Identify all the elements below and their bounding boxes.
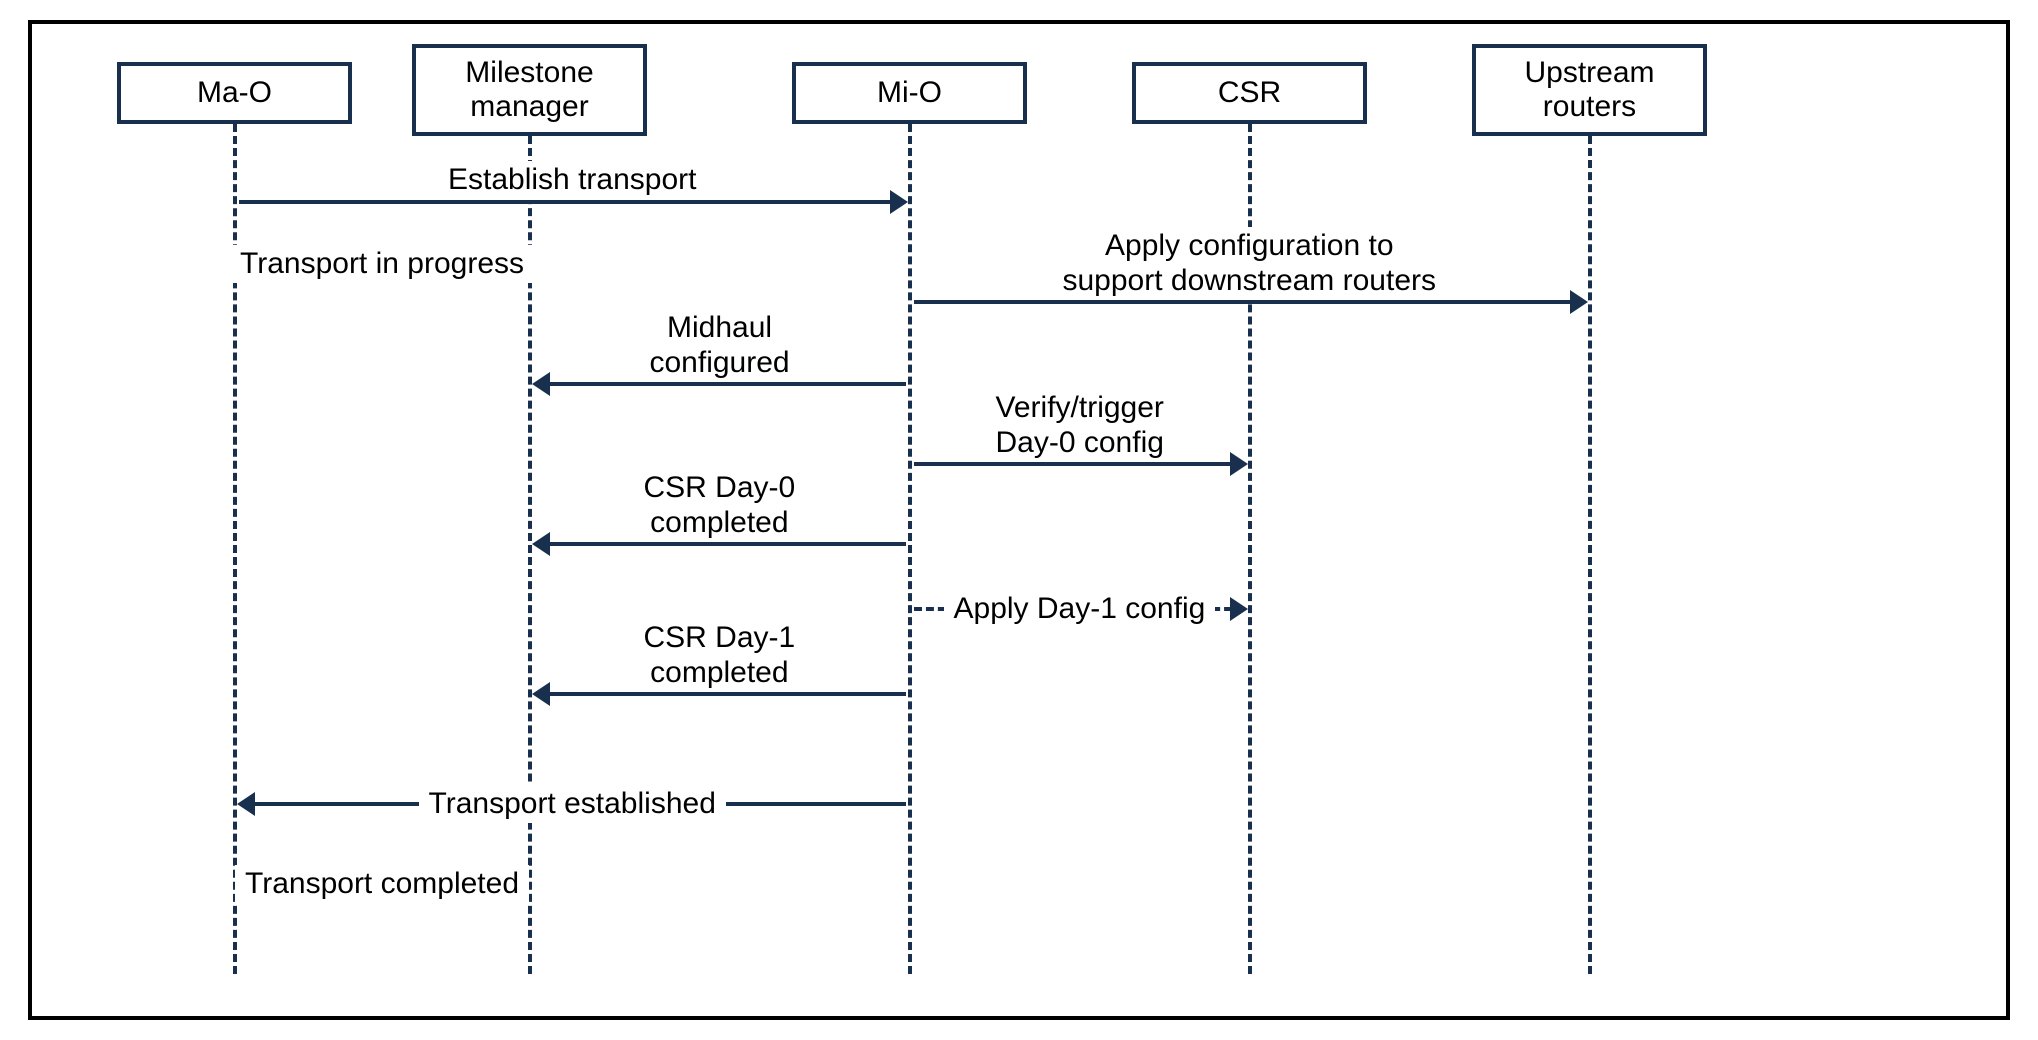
- lifeline-upstream-routers: [1588, 136, 1592, 974]
- message-csr-day1-completed-label: CSR Day-1completed: [634, 619, 806, 692]
- message-apply-config-upstream-line: [914, 300, 1584, 304]
- actor-label: Milestonemanager: [465, 56, 593, 125]
- actor-upstream-routers: Upstreamrouters: [1472, 44, 1707, 136]
- actor-mi-o: Mi-O: [792, 62, 1027, 124]
- diagram-frame: Ma-O Milestonemanager Mi-O CSR Upstreamroute…: [28, 20, 2010, 1020]
- message-apply-config-upstream-label: Apply configuration tosupport downstream…: [1053, 227, 1447, 300]
- arrowhead-icon: [890, 190, 908, 214]
- arrowhead-icon: [1230, 452, 1248, 476]
- message-csr-day0-completed-label: CSR Day-0completed: [634, 469, 806, 542]
- diagram-canvas: Ma-O Milestonemanager Mi-O CSR Upstreamroute…: [32, 24, 2006, 1016]
- message-csr-day1-completed-line: [536, 692, 906, 696]
- arrowhead-icon: [1570, 290, 1588, 314]
- message-establish-transport-label: Establish transport: [438, 161, 706, 200]
- actor-label: CSR: [1218, 76, 1281, 111]
- actor-milestone-manager: Milestonemanager: [412, 44, 647, 136]
- message-transport-established-label: Transport established: [419, 785, 726, 824]
- arrowhead-icon: [532, 372, 550, 396]
- message-apply-day1-config-label: Apply Day-1 config: [944, 590, 1216, 629]
- arrowhead-icon: [1230, 597, 1248, 621]
- arrowhead-icon: [237, 792, 255, 816]
- actor-ma-o: Ma-O: [117, 62, 352, 124]
- arrowhead-icon: [532, 682, 550, 706]
- actor-label: Upstreamrouters: [1524, 56, 1654, 125]
- arrowhead-icon: [532, 532, 550, 556]
- actor-label: Ma-O: [197, 76, 272, 111]
- message-verify-trigger-day0-label: Verify/triggerDay-0 config: [986, 389, 1174, 462]
- message-transport-in-progress-label: Transport in progress: [230, 245, 534, 284]
- lifeline-mi-o: [908, 124, 912, 974]
- message-midhaul-configured-label: Midhaulconfigured: [640, 309, 800, 382]
- message-transport-completed-label: Transport completed: [235, 865, 529, 904]
- message-establish-transport-line: [239, 200, 904, 204]
- message-verify-trigger-day0-line: [914, 462, 1244, 466]
- actor-label: Mi-O: [877, 76, 942, 111]
- message-midhaul-configured-line: [536, 382, 906, 386]
- message-csr-day0-completed-line: [536, 542, 906, 546]
- actor-csr: CSR: [1132, 62, 1367, 124]
